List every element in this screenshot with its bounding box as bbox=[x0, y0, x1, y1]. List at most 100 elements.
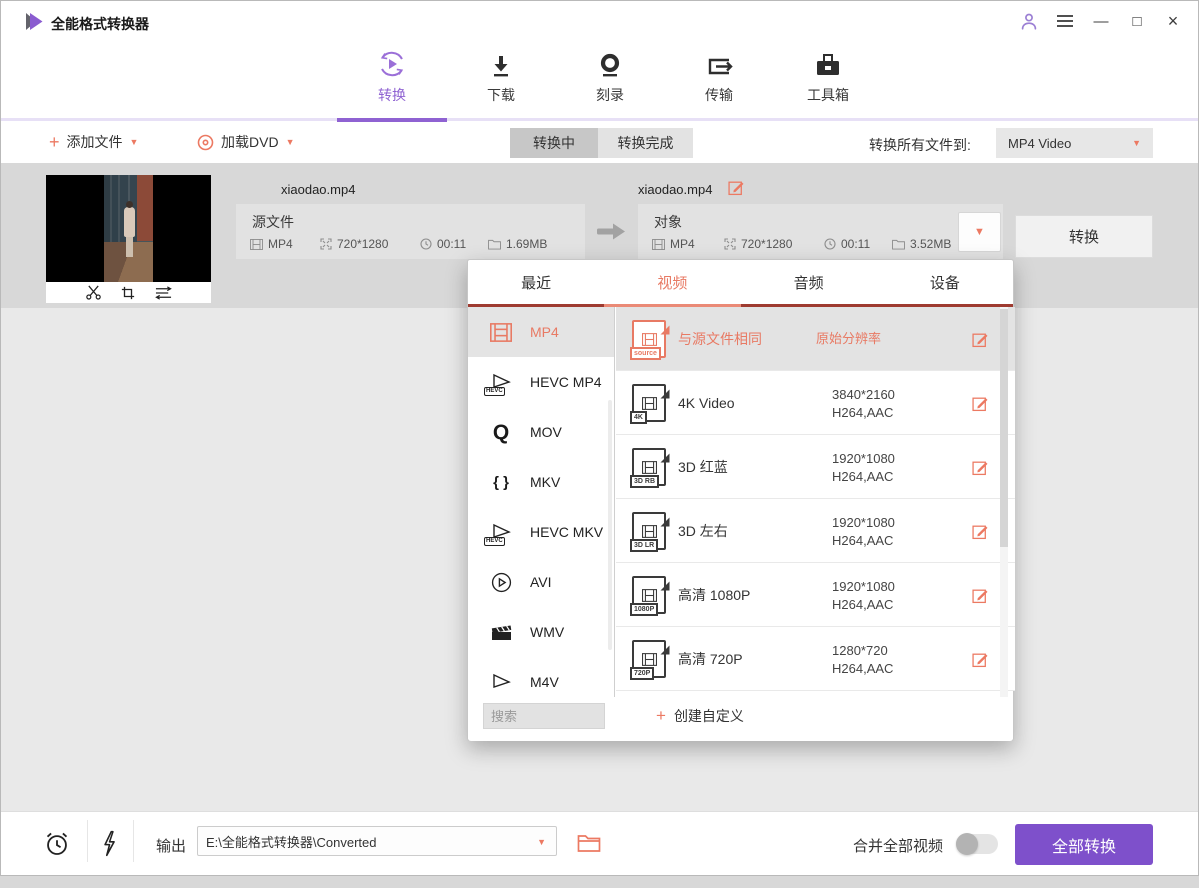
format-item-avi[interactable]: AVI bbox=[468, 557, 614, 607]
merge-videos-toggle[interactable] bbox=[956, 834, 998, 854]
target-format: MP4 bbox=[670, 237, 695, 251]
output-path-select[interactable]: ▼ bbox=[197, 826, 557, 856]
high-speed-icon[interactable] bbox=[99, 830, 119, 857]
popup-tab-recent[interactable]: 最近 bbox=[468, 260, 604, 304]
popup-tab-device[interactable]: 设备 bbox=[877, 260, 1013, 304]
video-thumbnail[interactable] bbox=[46, 175, 211, 303]
maximize-button[interactable]: □ bbox=[1126, 10, 1148, 32]
format-item-mov[interactable]: Q MOV bbox=[468, 407, 614, 457]
close-button[interactable]: × bbox=[1162, 10, 1184, 32]
preset-row-source[interactable]: source 与源文件相同 原始分辨率 bbox=[616, 307, 1015, 371]
merge-videos-label: 合并全部视频 bbox=[853, 835, 943, 856]
format-item-wmv[interactable]: WMV bbox=[468, 607, 614, 657]
preset-row-3d-lr[interactable]: 3D LR 3D 左右 1920*1080 H264,AAC bbox=[616, 499, 1015, 563]
chevron-down-icon: ▼ bbox=[286, 137, 295, 147]
target-resolution: 720*1280 bbox=[741, 237, 792, 251]
play-outline-icon bbox=[486, 667, 516, 697]
plus-icon: + bbox=[656, 706, 666, 726]
tab-download[interactable]: 下载 bbox=[466, 47, 536, 105]
open-folder-icon[interactable] bbox=[577, 833, 601, 853]
dvd-icon bbox=[197, 134, 214, 151]
window-shadow-strip bbox=[0, 876, 1199, 888]
format-label: MP4 bbox=[530, 324, 559, 340]
quicktime-icon: Q bbox=[486, 417, 516, 447]
target-size-chip: 3.52MB bbox=[892, 237, 951, 251]
tab-finished[interactable]: 转换完成 bbox=[598, 128, 693, 158]
account-icon[interactable] bbox=[1018, 10, 1040, 32]
load-dvd-button[interactable]: 加载DVD ▼ bbox=[197, 132, 294, 152]
target-duration: 00:11 bbox=[841, 237, 870, 251]
trim-icon[interactable] bbox=[86, 285, 101, 300]
preset-row-1080p[interactable]: 1080P 高清 1080P 1920*1080 H264,AAC bbox=[616, 563, 1015, 627]
output-path-input[interactable] bbox=[198, 827, 556, 855]
edit-preset-icon[interactable] bbox=[972, 651, 989, 668]
edit-preset-icon[interactable] bbox=[972, 587, 989, 604]
add-files-button[interactable]: + 添加文件 ▼ bbox=[49, 132, 138, 152]
hevc-play-icon: HEVC bbox=[486, 367, 516, 397]
tab-transfer[interactable]: 传输 bbox=[684, 47, 754, 105]
tab-converting[interactable]: 转换中 bbox=[510, 128, 598, 158]
tab-toolbox[interactable]: 工具箱 bbox=[793, 47, 863, 105]
tab-convert[interactable]: 转换 bbox=[357, 47, 427, 105]
search-input[interactable] bbox=[483, 703, 605, 729]
format-label: AVI bbox=[530, 574, 552, 590]
create-custom-button[interactable]: + 创建自定义 bbox=[656, 703, 744, 729]
popup-tab-audio[interactable]: 音频 bbox=[741, 260, 877, 304]
target-title: 对象 bbox=[654, 212, 682, 232]
format-label: WMV bbox=[530, 624, 564, 640]
global-format-select[interactable]: MP4 Video ▼ bbox=[996, 128, 1153, 158]
chevron-down-icon: ▼ bbox=[537, 837, 546, 847]
source-format-chip: MP4 bbox=[250, 237, 293, 251]
preset-row-3d-rb[interactable]: 3D RB 3D 红蓝 1920*1080 H264,AAC bbox=[616, 435, 1015, 499]
preset-codec: H264,AAC bbox=[832, 405, 895, 420]
hevc-play-icon: HEVC bbox=[486, 517, 516, 547]
format-item-hevc-mp4[interactable]: HEVC HEVC MP4 bbox=[468, 357, 614, 407]
format-item-hevc-mkv[interactable]: HEVC HEVC MKV bbox=[468, 507, 614, 557]
plus-icon: + bbox=[49, 135, 60, 149]
format-item-m4v[interactable]: M4V bbox=[468, 657, 614, 697]
tab-burn[interactable]: 刻录 bbox=[575, 47, 645, 105]
rename-icon[interactable] bbox=[728, 179, 745, 201]
preset-codec: H264,AAC bbox=[832, 533, 895, 548]
crop-icon[interactable] bbox=[121, 286, 135, 300]
menu-icon[interactable] bbox=[1054, 10, 1076, 32]
convert-button[interactable]: 转换 bbox=[1015, 215, 1153, 258]
film-icon bbox=[486, 317, 516, 347]
edit-preset-icon[interactable] bbox=[972, 523, 989, 540]
effects-icon[interactable] bbox=[155, 286, 172, 300]
edit-preset-icon[interactable] bbox=[972, 459, 989, 476]
edit-preset-icon[interactable] bbox=[972, 331, 989, 348]
preset-list: source 与源文件相同 原始分辨率 4K 4K Video bbox=[616, 307, 1015, 697]
clapperboard-icon bbox=[486, 617, 516, 647]
format-list-scrollbar[interactable] bbox=[608, 400, 612, 650]
preset-resolution: 1920*1080 bbox=[832, 515, 895, 530]
minimize-button[interactable]: — bbox=[1090, 10, 1112, 32]
schedule-icon[interactable] bbox=[43, 830, 71, 858]
nav-underline-track bbox=[1, 118, 1198, 121]
format-list: MP4 HEVC HEVC MP4 Q MOV { } MKV bbox=[468, 307, 615, 697]
1080p-preset-icon: 1080P bbox=[632, 576, 666, 614]
preset-scrollbar-thumb[interactable] bbox=[1000, 309, 1008, 547]
preset-row-4k[interactable]: 4K 4K Video 3840*2160 H264,AAC bbox=[616, 371, 1015, 435]
preset-resolution: 3840*2160 bbox=[832, 387, 895, 402]
preset-codec: H264,AAC bbox=[832, 597, 895, 612]
popup-tab-video[interactable]: 视频 bbox=[604, 260, 740, 304]
target-format-dropdown-button[interactable]: ▼ bbox=[958, 212, 1001, 252]
convert-all-button[interactable]: 全部转换 bbox=[1015, 824, 1153, 865]
chevron-down-icon: ▼ bbox=[1132, 138, 1141, 148]
tab-label: 刻录 bbox=[596, 85, 624, 105]
titlebar: 全能格式转换器 — □ × bbox=[1, 1, 1198, 41]
format-label: MKV bbox=[530, 474, 560, 490]
source-size-chip: 1.69MB bbox=[488, 237, 547, 251]
chevron-down-icon: ▼ bbox=[974, 226, 985, 238]
edit-preset-icon[interactable] bbox=[972, 395, 989, 412]
preset-row-720p[interactable]: 720P 高清 720P 1280*720 H264,AAC bbox=[616, 627, 1015, 691]
thumbnail-image bbox=[46, 175, 211, 282]
preset-resolution: 1920*1080 bbox=[832, 579, 895, 594]
format-item-mp4[interactable]: MP4 bbox=[468, 307, 614, 357]
source-resolution: 720*1280 bbox=[337, 237, 388, 251]
source-file-name: xiaodao.mp4 bbox=[281, 182, 355, 197]
tab-label: 下载 bbox=[487, 85, 515, 105]
transfer-icon bbox=[705, 47, 733, 79]
format-item-mkv[interactable]: { } MKV bbox=[468, 457, 614, 507]
